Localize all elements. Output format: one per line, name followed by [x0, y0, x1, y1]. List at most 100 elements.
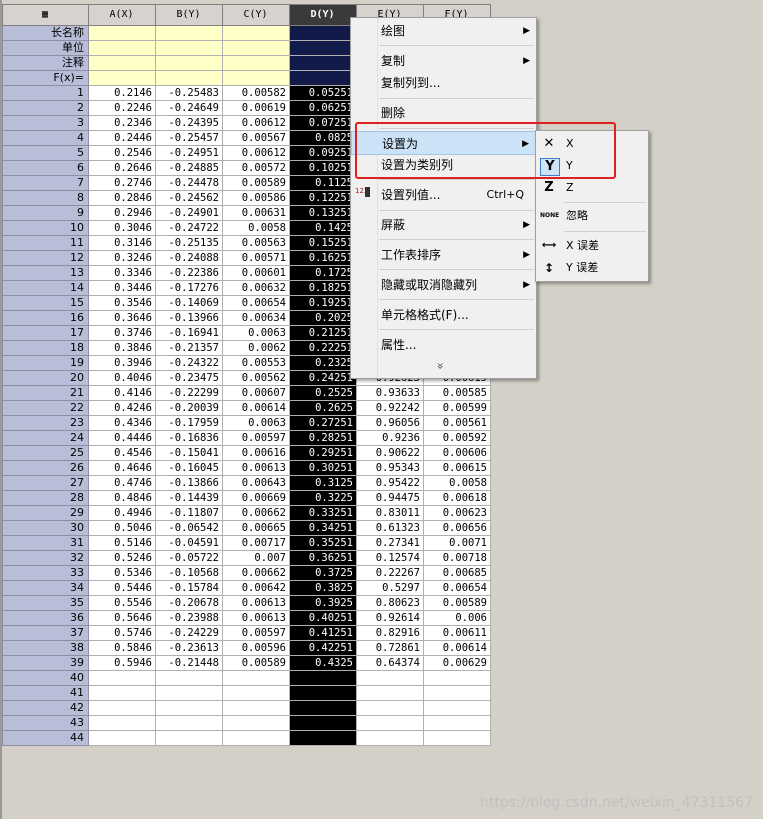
data-cell[interactable]: 0.4846 [88, 490, 156, 506]
meta-cell[interactable] [88, 25, 156, 41]
row-number[interactable]: 4 [2, 130, 89, 146]
data-cell-selected[interactable]: 0.2625 [289, 400, 357, 416]
data-cell[interactable]: 0.61323 [356, 520, 424, 536]
data-cell-selected[interactable]: 0.2325 [289, 355, 357, 371]
data-cell[interactable]: -0.15041 [155, 445, 223, 461]
data-cell[interactable]: 0.4646 [88, 460, 156, 476]
data-cell[interactable]: 0.64374 [356, 655, 424, 671]
data-cell[interactable] [222, 685, 290, 701]
data-cell[interactable]: 0.00616 [222, 445, 290, 461]
row-number[interactable]: 40 [2, 670, 89, 686]
meta-cell-selected[interactable] [289, 40, 357, 56]
meta-cell[interactable] [155, 55, 223, 71]
data-cell[interactable]: -0.24562 [155, 190, 223, 206]
data-cell[interactable]: 0.3446 [88, 280, 156, 296]
data-cell[interactable]: 0.2246 [88, 100, 156, 116]
row-number[interactable]: 32 [2, 550, 89, 566]
data-cell[interactable]: -0.24088 [155, 250, 223, 266]
data-cell[interactable]: 0.95422 [356, 475, 424, 491]
data-cell[interactable]: -0.24951 [155, 145, 223, 161]
row-number[interactable]: 10 [2, 220, 89, 236]
row-number[interactable]: 2 [2, 100, 89, 116]
data-cell-selected[interactable]: 0.22251 [289, 340, 357, 356]
meta-cell-selected[interactable] [289, 25, 357, 41]
row-number[interactable]: 27 [2, 475, 89, 491]
data-cell[interactable]: 0.00618 [423, 490, 491, 506]
data-cell[interactable]: 0.2346 [88, 115, 156, 131]
row-number[interactable]: 9 [2, 205, 89, 221]
data-cell-selected[interactable]: 0.19251 [289, 295, 357, 311]
data-cell[interactable]: 0.00613 [222, 460, 290, 476]
data-cell[interactable]: -0.23475 [155, 370, 223, 386]
data-cell[interactable]: 0.00615 [423, 460, 491, 476]
data-cell-selected[interactable]: 0.3725 [289, 565, 357, 581]
data-cell[interactable]: 0.0058 [423, 475, 491, 491]
data-cell-selected[interactable]: 0.34251 [289, 520, 357, 536]
data-cell[interactable]: 0.3246 [88, 250, 156, 266]
data-cell-selected[interactable]: 0.10251 [289, 160, 357, 176]
meta-cell[interactable] [88, 70, 156, 86]
data-cell[interactable]: -0.05722 [155, 550, 223, 566]
meta-cell[interactable] [222, 55, 290, 71]
data-cell[interactable]: -0.10568 [155, 565, 223, 581]
data-cell[interactable]: -0.23613 [155, 640, 223, 656]
data-cell[interactable]: 0.4546 [88, 445, 156, 461]
data-cell[interactable]: 0.00601 [222, 265, 290, 281]
data-cell[interactable]: 0.00656 [423, 520, 491, 536]
data-cell[interactable]: 0.90622 [356, 445, 424, 461]
data-cell[interactable]: 0.00553 [222, 355, 290, 371]
data-cell[interactable]: -0.14439 [155, 490, 223, 506]
data-cell[interactable]: 0.2146 [88, 85, 156, 101]
data-cell[interactable] [88, 700, 156, 716]
data-cell[interactable]: 0.00592 [423, 430, 491, 446]
data-cell[interactable] [155, 730, 223, 746]
data-cell-selected[interactable]: 0.41251 [289, 625, 357, 641]
data-cell[interactable] [88, 715, 156, 731]
data-cell[interactable]: -0.21448 [155, 655, 223, 671]
data-cell[interactable]: 0.4146 [88, 385, 156, 401]
data-cell[interactable] [222, 670, 290, 686]
data-cell-selected[interactable]: 0.18251 [289, 280, 357, 296]
row-number[interactable]: 43 [2, 715, 89, 731]
data-cell[interactable]: 0.00634 [222, 310, 290, 326]
data-cell[interactable]: 0.4446 [88, 430, 156, 446]
row-number[interactable]: 8 [2, 190, 89, 206]
data-cell-selected[interactable]: 0.05251 [289, 85, 357, 101]
data-cell[interactable]: 0.27341 [356, 535, 424, 551]
row-number[interactable]: 3 [2, 115, 89, 131]
menu-item-cell-format[interactable]: 单元格格式(F)... [351, 303, 536, 327]
data-cell[interactable] [155, 715, 223, 731]
data-cell-selected[interactable]: 0.09251 [289, 145, 357, 161]
data-cell[interactable]: 0.2946 [88, 205, 156, 221]
data-cell[interactable]: 0.5246 [88, 550, 156, 566]
row-number[interactable]: 33 [2, 565, 89, 581]
data-cell[interactable]: 0.2646 [88, 160, 156, 176]
data-cell[interactable]: 0.0058 [222, 220, 290, 236]
data-cell-selected[interactable]: 0.27251 [289, 415, 357, 431]
data-cell[interactable]: -0.16941 [155, 325, 223, 341]
meta-cell[interactable] [155, 40, 223, 56]
data-cell[interactable]: -0.24395 [155, 115, 223, 131]
data-cell[interactable]: 0.00665 [222, 520, 290, 536]
row-number[interactable]: 34 [2, 580, 89, 596]
data-cell[interactable] [356, 700, 424, 716]
data-cell-selected[interactable]: 0.24251 [289, 370, 357, 386]
data-cell[interactable]: 0.12574 [356, 550, 424, 566]
data-cell[interactable]: 0.92242 [356, 400, 424, 416]
row-number[interactable]: 25 [2, 445, 89, 461]
row-number[interactable]: 26 [2, 460, 89, 476]
data-cell[interactable] [88, 730, 156, 746]
data-cell[interactable]: -0.20039 [155, 400, 223, 416]
data-cell[interactable]: -0.13966 [155, 310, 223, 326]
data-cell[interactable] [155, 670, 223, 686]
data-cell-selected[interactable]: 0.1425 [289, 220, 357, 236]
data-cell[interactable]: 0.5946 [88, 655, 156, 671]
data-cell-selected[interactable]: 0.0825 [289, 130, 357, 146]
data-cell[interactable]: 0.4346 [88, 415, 156, 431]
row-number[interactable]: 21 [2, 385, 89, 401]
data-cell[interactable]: 0.2446 [88, 130, 156, 146]
row-number[interactable]: 13 [2, 265, 89, 281]
row-number[interactable]: 20 [2, 370, 89, 386]
meta-cell[interactable] [155, 70, 223, 86]
data-cell[interactable]: 0.92614 [356, 610, 424, 626]
